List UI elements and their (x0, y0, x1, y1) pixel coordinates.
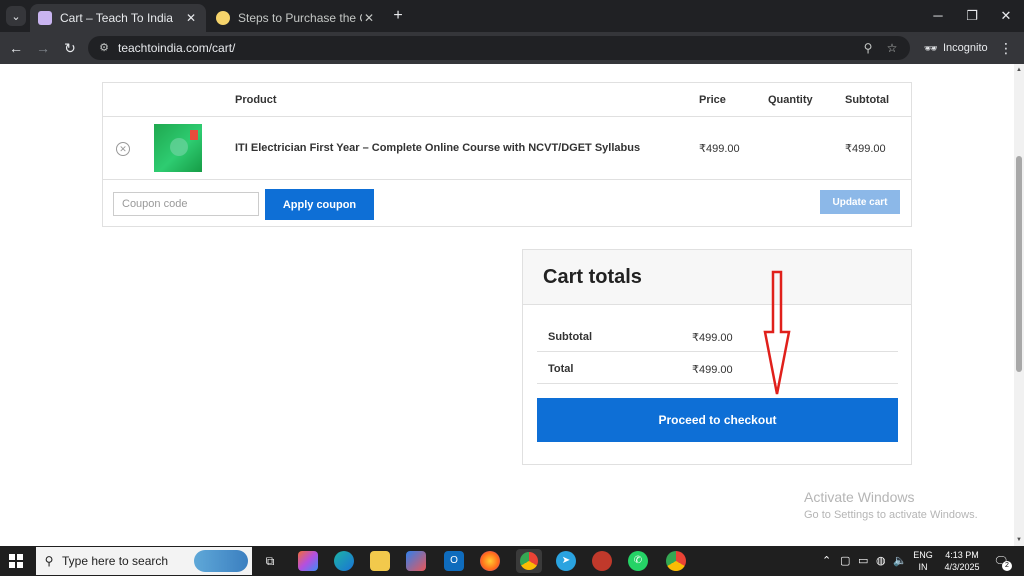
header-quantity: Quantity (768, 94, 813, 106)
back-arrow-icon[interactable]: ← (6, 38, 26, 58)
scroll-up-icon[interactable]: ▲ (1015, 66, 1023, 74)
region-code: IN (918, 562, 928, 572)
tab-title: Cart – Teach To India (60, 11, 173, 25)
meet-now-icon[interactable]: ▢ (840, 554, 850, 567)
remove-item-icon[interactable]: ✕ (116, 142, 130, 156)
thumbnail-graphic (170, 138, 188, 156)
lang-code: ENG (913, 550, 933, 560)
page-scrollbar[interactable]: ▲ ▼ (1014, 64, 1024, 546)
cart-totals-panel: Cart totals Subtotal ₹499.00 Total ₹499.… (522, 249, 912, 465)
edge-icon[interactable] (334, 551, 354, 571)
close-tab-icon[interactable]: ✕ (362, 11, 376, 25)
teach-to-india-favicon-icon (38, 11, 52, 25)
cart-actions: Apply coupon Update cart (103, 180, 911, 227)
subtotal-value: ₹499.00 (692, 332, 733, 344)
system-clock[interactable]: 4:13 PM 4/3/2025 (940, 549, 984, 573)
watermark-subtitle: Go to Settings to activate Windows. (804, 509, 978, 521)
total-value: ₹499.00 (692, 364, 733, 376)
totals-total-row: Total ₹499.00 (537, 352, 898, 384)
forward-arrow-icon[interactable]: → (33, 38, 53, 58)
volume-icon[interactable]: 🔈 (893, 554, 907, 567)
bookmark-star-icon[interactable]: ☆ (884, 40, 900, 56)
cart-item-row: ✕ ITI Electrician First Year – Complete … (103, 117, 911, 180)
notification-count-badge: 2 (1002, 561, 1012, 571)
outlook-icon[interactable]: O (444, 551, 464, 571)
header-subtotal: Subtotal (845, 94, 889, 106)
new-tab-icon[interactable]: + (388, 5, 408, 27)
chrome-logo-icon (520, 552, 538, 570)
apply-coupon-button[interactable]: Apply coupon (265, 189, 374, 220)
battery-icon[interactable]: ▭ (858, 554, 868, 567)
steps-favicon-icon (216, 11, 230, 25)
header-product: Product (235, 94, 277, 106)
file-explorer-icon[interactable] (370, 551, 390, 571)
cart-totals-header: Cart totals (523, 250, 911, 305)
scroll-down-icon[interactable]: ▼ (1015, 536, 1023, 544)
show-hidden-icons-chevron-icon[interactable]: ⌃ (822, 554, 831, 567)
task-view-icon[interactable]: ⧉ (260, 551, 280, 571)
address-bar[interactable]: ⚙ teachtoindia.com/cart/ ⚲ ☆ (88, 36, 910, 60)
product-price: ₹499.00 (699, 143, 740, 155)
activate-windows-watermark: Activate Windows Go to Settings to activ… (804, 489, 978, 521)
copilot-icon[interactable] (298, 551, 318, 571)
product-thumbnail[interactable] (154, 124, 202, 172)
url-text[interactable]: teachtoindia.com/cart/ (118, 41, 235, 55)
browser-tab-bar: ⌄ Cart – Teach To India ✕ Steps to Purch… (0, 0, 1024, 32)
search-icon: ⚲ (44, 554, 54, 568)
clock-time: 4:13 PM (945, 550, 979, 560)
windows-taskbar: ⚲ Type here to search ⧉ O ➤ ✆ ⌃ ▢ ▭ ◍ 🔈 … (0, 546, 1024, 576)
red-down-arrow-annotation (763, 270, 791, 395)
tab-search-button[interactable]: ⌄ (6, 6, 26, 26)
minimize-icon[interactable]: ─ (926, 6, 950, 26)
restore-icon[interactable]: ❐ (960, 6, 984, 26)
update-cart-button[interactable]: Update cart (820, 190, 900, 214)
search-placeholder: Type here to search (62, 554, 169, 568)
proceed-to-checkout-button[interactable]: Proceed to checkout (537, 398, 898, 442)
firefox-icon[interactable] (480, 551, 500, 571)
menu-kebab-icon[interactable]: ⋮ (998, 38, 1014, 58)
reload-icon[interactable]: ↻ (60, 38, 80, 58)
whatsapp-icon[interactable]: ✆ (628, 551, 648, 571)
incognito-indicator[interactable]: 🕶 Incognito (918, 37, 990, 59)
browser-toolbar: ← → ↻ ⚙ teachtoindia.com/cart/ ⚲ ☆ 🕶 Inc… (0, 32, 1024, 64)
snipping-tool-icon[interactable] (592, 551, 612, 571)
windows-start-icon[interactable] (9, 554, 23, 568)
chrome-active-icon[interactable] (516, 549, 542, 573)
cart-table: Product Price Quantity Subtotal ✕ ITI El… (102, 82, 912, 227)
site-info-icon[interactable]: ⚙ (96, 40, 112, 56)
tab-cart[interactable]: Cart – Teach To India ✕ (30, 4, 206, 32)
total-label: Total (548, 363, 574, 375)
scrollbar-thumb[interactable] (1016, 156, 1022, 372)
tab-title: Steps to Purchase the Course - (238, 11, 362, 25)
thumbnail-graphic (190, 130, 198, 140)
product-subtotal: ₹499.00 (845, 143, 886, 155)
product-name-link[interactable]: ITI Electrician First Year – Complete On… (235, 142, 640, 154)
coupon-code-input[interactable] (113, 192, 259, 216)
watermark-title: Activate Windows (804, 489, 915, 505)
chrome-profile-icon[interactable] (666, 551, 686, 571)
clock-date: 4/3/2025 (944, 562, 980, 572)
search-highlight-dolphin-icon (194, 550, 248, 572)
microsoft-store-icon[interactable] (406, 551, 426, 571)
close-tab-icon[interactable]: ✕ (184, 11, 198, 25)
incognito-icon: 🕶 (924, 42, 938, 55)
tab-steps-to-purchase[interactable]: Steps to Purchase the Course - ✕ (208, 4, 384, 32)
close-window-icon[interactable]: ✕ (994, 6, 1018, 26)
incognito-label: Incognito (942, 42, 988, 54)
page-viewport: Product Price Quantity Subtotal ✕ ITI El… (0, 64, 1024, 546)
totals-subtotal-row: Subtotal ₹499.00 (537, 320, 898, 352)
header-price: Price (699, 94, 726, 106)
cart-table-header: Product Price Quantity Subtotal (103, 83, 911, 117)
telegram-icon[interactable]: ➤ (556, 551, 576, 571)
network-icon[interactable]: ◍ (876, 554, 886, 567)
input-language-indicator[interactable]: ENG IN (911, 549, 935, 573)
subtotal-label: Subtotal (548, 331, 592, 343)
zoom-icon[interactable]: ⚲ (860, 40, 876, 56)
taskbar-search-box[interactable]: ⚲ Type here to search (36, 547, 252, 575)
cart-totals-title: Cart totals (543, 266, 642, 288)
